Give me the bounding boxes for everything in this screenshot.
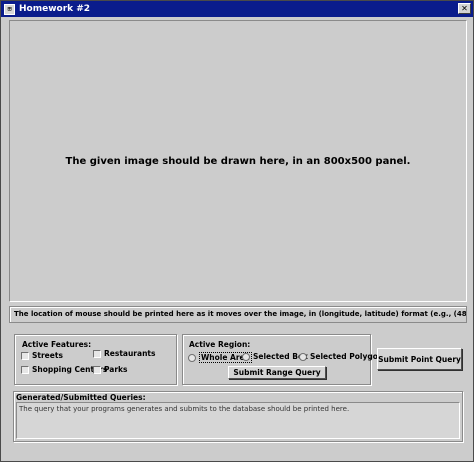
title-bar[interactable]: ⊞ Homework #2 ✕ [1,1,473,17]
checkbox-streets[interactable]: Streets [21,351,63,360]
close-button[interactable]: ✕ [458,3,471,14]
checkbox-box[interactable] [93,349,101,358]
radio-circle[interactable] [242,352,250,361]
radio-circle[interactable] [188,353,196,362]
checkbox-box[interactable] [21,351,29,360]
radio-circle[interactable] [299,352,307,361]
active-features-group: Active Features: Streets Restaurants Sho… [14,334,177,385]
submit-point-query-button[interactable]: Submit Point Query [377,348,462,370]
radio-label: Selected Polygon [310,352,384,361]
queries-title: Generated/Submitted Queries: [16,393,146,402]
active-features-title: Active Features: [22,340,92,349]
active-region-group: Active Region: Whole Area Selected Box S… [182,334,383,385]
checkbox-box[interactable] [21,365,29,374]
checkbox-restaurants[interactable]: Restaurants [93,349,155,358]
image-panel[interactable]: The given image should be drawn here, in… [9,20,467,302]
radio-selected-polygon[interactable]: Selected Polygon [299,352,383,361]
checkbox-box[interactable] [93,365,101,374]
window-controls: ✕ [458,3,471,14]
window-title: Homework #2 [19,4,91,14]
active-region-title: Active Region: [189,340,251,349]
checkbox-label: Parks [104,365,128,374]
app-icon: ⊞ [4,3,15,15]
checkbox-label: Streets [32,351,63,360]
checkbox-parks[interactable]: Parks [93,365,128,374]
app-window: ⊞ Homework #2 ✕ The given image should b… [0,0,474,462]
checkbox-label: Restaurants [104,349,156,358]
submit-range-query-button[interactable]: Submit Range Query [228,366,326,379]
query-output-area[interactable]: The query that your programs generates a… [16,402,460,439]
mouse-location-status: The location of mouse should be printed … [9,306,467,323]
image-panel-message: The given image should be drawn here, in… [65,155,411,167]
